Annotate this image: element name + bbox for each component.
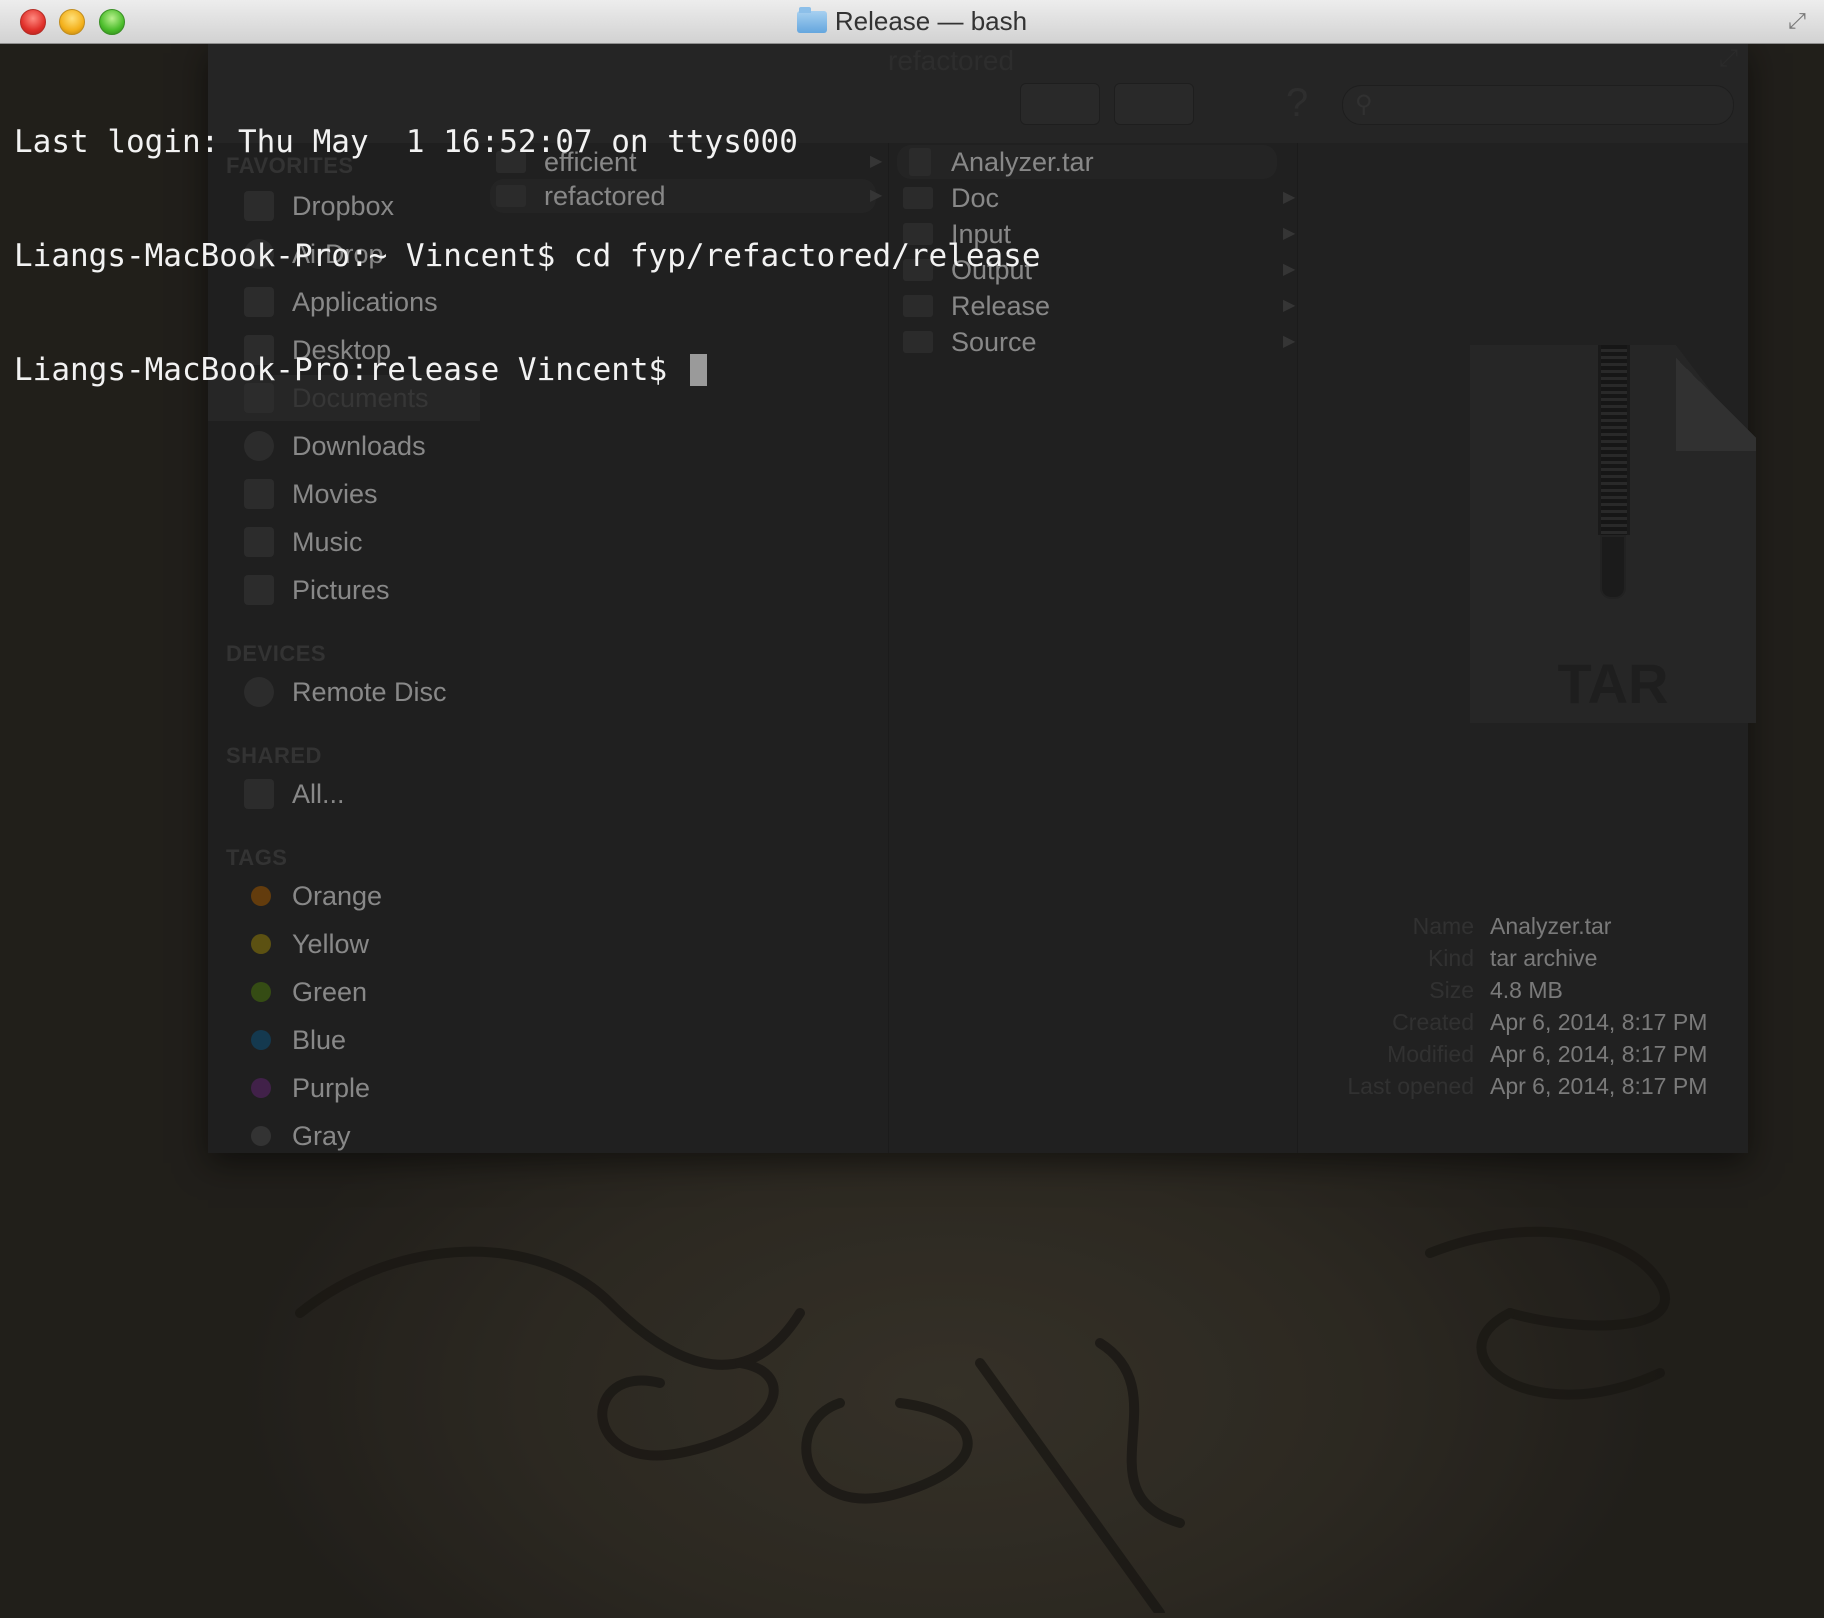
terminal-output[interactable]: Last login: Thu May 1 16:52:07 on ttys00…	[14, 47, 1041, 465]
folder-icon	[796, 7, 827, 33]
terminal-line: Liangs-MacBook-Pro:~ Vincent$ cd fyp/ref…	[14, 238, 1041, 274]
text-cursor	[689, 354, 707, 386]
fullscreen-icon[interactable]: ⤢	[1784, 8, 1810, 34]
terminal-prompt-line[interactable]: Liangs-MacBook-Pro:release Vincent$	[14, 351, 1041, 389]
window-title-text: Release — bash	[834, 6, 1028, 36]
terminal-prompt: Liangs-MacBook-Pro:release Vincent$	[14, 352, 686, 388]
window-title: Release — bash	[0, 6, 1824, 37]
terminal-line: Last login: Thu May 1 16:52:07 on ttys00…	[14, 124, 798, 160]
terminal-window: refactored ? ⚲ ⤢ FAVORITES Dropbox AirDr…	[0, 0, 1824, 1618]
window-titlebar[interactable]: Release — bash ⤢	[0, 0, 1824, 44]
